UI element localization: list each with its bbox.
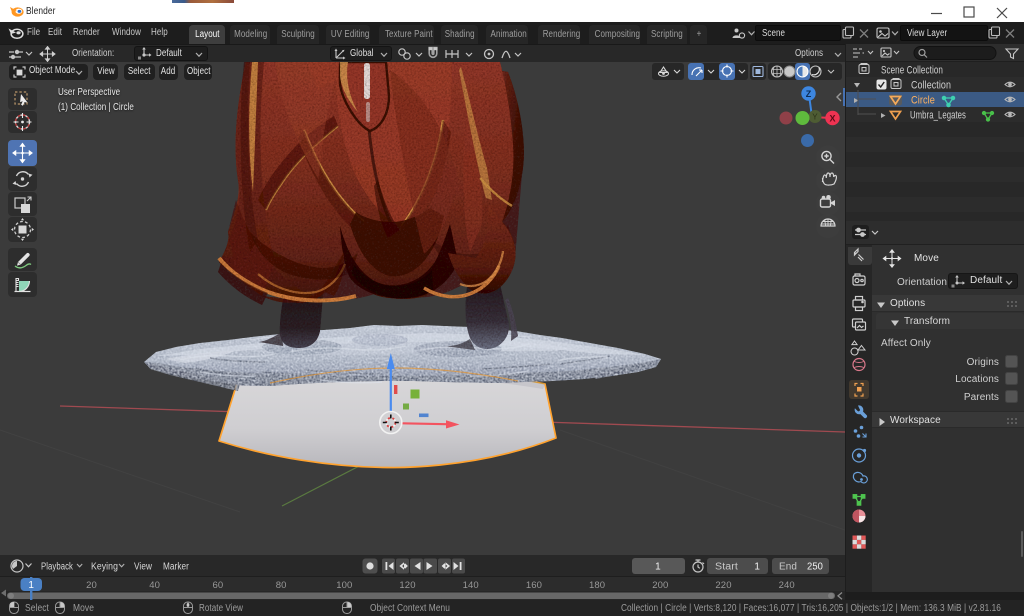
svg-text:20: 20 [86, 580, 97, 591]
svg-text:Rotate View: Rotate View [199, 603, 244, 614]
svg-text:Object Context Menu: Object Context Menu [370, 603, 450, 614]
svg-text:160: 160 [526, 580, 542, 591]
svg-text:180: 180 [589, 580, 605, 591]
svg-text:Y: Y [812, 113, 818, 122]
svg-text:View: View [134, 562, 153, 573]
svg-text:Keying: Keying [91, 562, 118, 573]
svg-text:End: End [779, 562, 797, 573]
svg-text:Playback: Playback [41, 562, 74, 573]
svg-text:Select: Select [25, 603, 49, 614]
svg-text:1: 1 [754, 562, 760, 573]
svg-text:1: 1 [655, 562, 661, 573]
svg-text:200: 200 [652, 580, 668, 591]
svg-text:220: 220 [715, 580, 731, 591]
svg-text:100: 100 [336, 580, 352, 591]
svg-text:1: 1 [28, 580, 34, 591]
svg-text:Start: Start [715, 562, 738, 573]
svg-text:250: 250 [807, 562, 823, 573]
svg-text:Marker: Marker [163, 562, 189, 573]
svg-text:X: X [829, 114, 835, 124]
svg-text:Z: Z [806, 89, 812, 99]
svg-text:Scene Collection: Scene Collection [881, 65, 943, 77]
svg-text:Collection: Collection [911, 80, 951, 92]
svg-text:Umbra_Legates: Umbra_Legates [910, 110, 966, 122]
svg-text:80: 80 [276, 580, 287, 591]
svg-text:40: 40 [149, 580, 160, 591]
svg-text:140: 140 [463, 580, 479, 591]
svg-text:Circle: Circle [911, 95, 935, 107]
svg-text:60: 60 [213, 580, 224, 591]
svg-text:240: 240 [779, 580, 795, 591]
svg-text:Collection | Circle | Verts:8,: Collection | Circle | Verts:8,120 | Face… [621, 603, 1001, 614]
svg-text:Move: Move [73, 603, 94, 614]
svg-text:120: 120 [399, 580, 415, 591]
